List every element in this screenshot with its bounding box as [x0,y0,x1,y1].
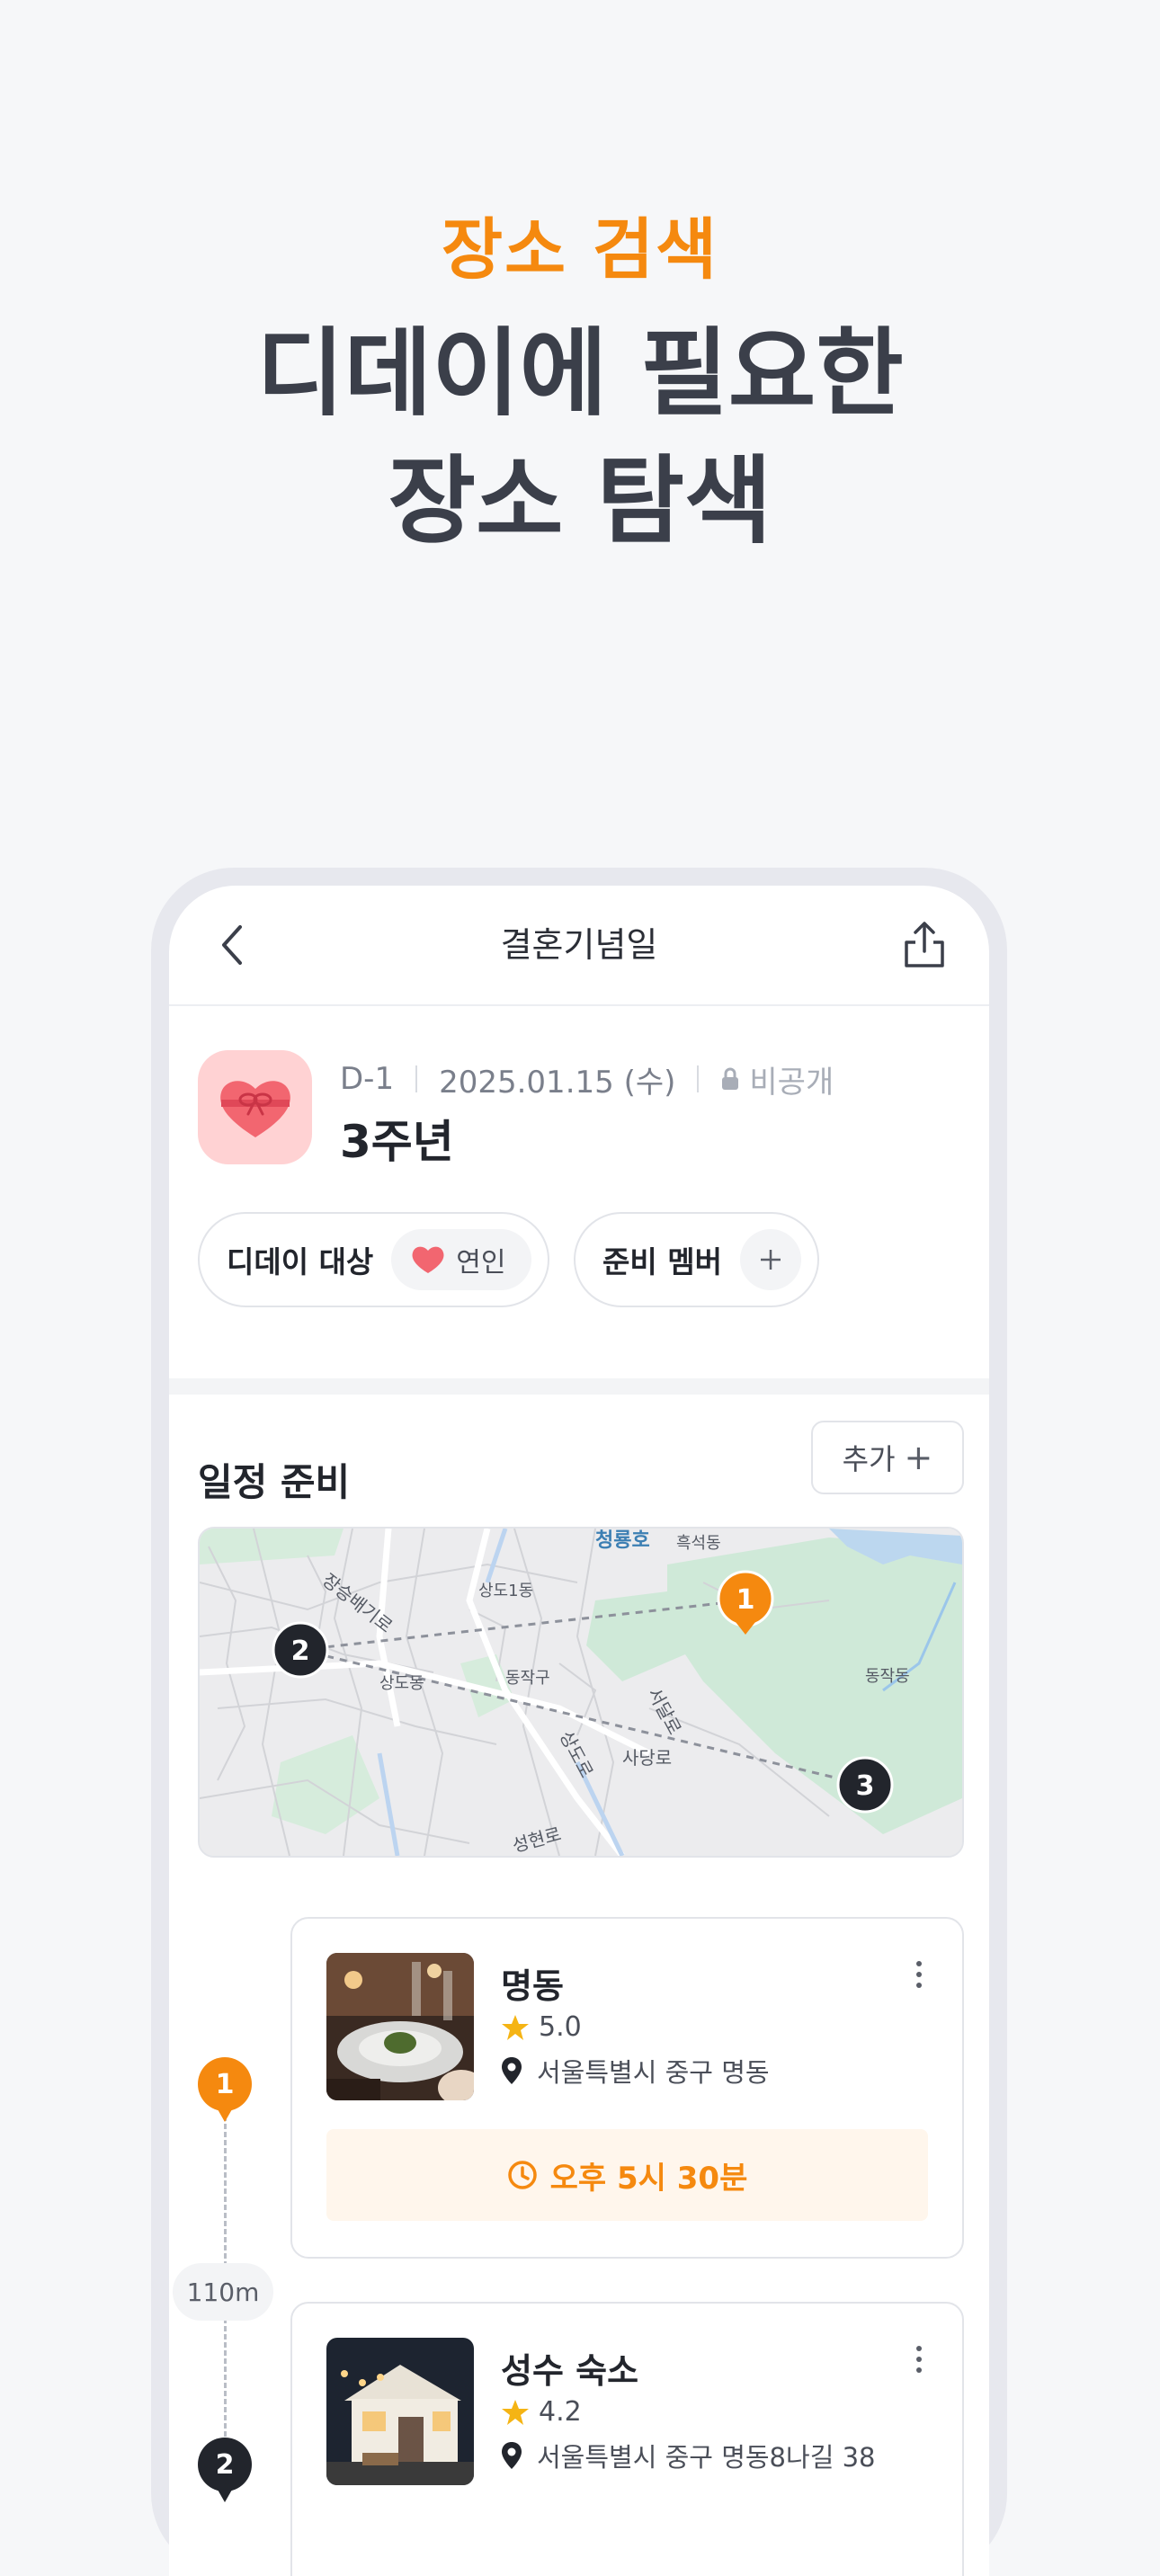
timeline-pin-index: 2 [215,2448,235,2481]
star-icon [502,2014,529,2040]
dday-target-chip[interactable]: 디데이 대상 연인 [198,1212,549,1307]
svg-text:흑석동: 흑석동 [676,1534,721,1553]
share-button[interactable] [896,916,953,974]
location-pin-icon [502,2057,522,2084]
event-meta: D-1 2025.01.15 (수) 비공개 [340,1056,834,1101]
address-text: 서울특별시 중구 명동8나길 38 [537,2442,876,2473]
top-bar: 결혼기념일 [169,886,989,1006]
dday-target-label: 디데이 대상 [227,1244,374,1279]
place-address: 서울특별시 중구 명동8나길 38 [501,2437,876,2474]
hero-title-line-1: 디데이에 필요한 [256,318,904,429]
section-divider [169,1378,989,1395]
map-pin-3[interactable]: 3 [836,1756,894,1814]
prep-members-chip[interactable]: 준비 멤버 [574,1212,819,1307]
heart-gift-icon [219,1080,290,1137]
dday-target-tag[interactable]: 연인 [391,1229,531,1290]
more-vertical-icon [916,1961,922,1988]
heart-icon [412,1246,444,1273]
place-name: 명동 [501,1966,564,2006]
share-icon [905,922,944,967]
add-schedule-label: 추가 [842,1442,896,1476]
page-title: 결혼기념일 [500,925,658,965]
place-card[interactable]: 성수 숙소 4.2 서울특별시 중구 명동8나길 38 [290,2302,964,2576]
event-name: 3주년 [340,1116,454,1168]
rating-value: 5.0 [539,2011,582,2043]
place-card[interactable]: 명동 5.0 서울특별시 중구 명동 오후 5시 30분 [290,1917,964,2259]
svg-text:1: 1 [736,1584,755,1616]
meta-divider [697,1065,700,1092]
map-label: 청룡호 [595,1529,650,1552]
add-member-button[interactable] [739,1229,801,1290]
app-screen: 결혼기념일 D-1 2025.01.15 (수) 비공개 3주년 디데이 대상 … [169,886,989,2576]
visibility-label: 비공개 [749,1064,834,1101]
timeline-pin-index: 1 [215,2068,235,2100]
route-map[interactable]: 청룡호 흑석동 동작동 상도1동 장승배기로 상도동 동작구 서달로 상도로 사… [198,1527,964,1858]
place-thumbnail [326,1953,474,2100]
hero-title-line-2: 장소 탐색 [388,446,772,557]
star-icon [502,2399,529,2425]
plus-icon [760,1250,781,1270]
svg-text:동작동: 동작동 [865,1667,910,1686]
back-button[interactable] [205,918,259,972]
place-address: 서울특별시 중구 명동 [501,2052,770,2090]
add-schedule-button[interactable]: 추가 + [811,1421,964,1494]
visit-time: 오후 5시 30분 [549,2160,748,2197]
lock-icon [722,1067,739,1090]
address-text: 서울특별시 중구 명동 [537,2057,770,2088]
plus-icon: + [904,1438,933,1477]
meta-divider [415,1065,418,1092]
rating-value: 4.2 [539,2396,582,2428]
svg-text:동작구: 동작구 [505,1669,550,1688]
schedule-title: 일정 준비 [198,1460,351,1504]
place-name: 성수 숙소 [501,2351,639,2391]
more-menu-button[interactable] [910,2341,928,2377]
event-date: 2025.01.15 (수) [439,1064,676,1101]
distance-badge: 110m [173,2263,273,2321]
place-thumbnail [326,2338,474,2485]
more-menu-button[interactable] [910,1957,928,1992]
timeline-pin-2: 2 [198,2438,252,2502]
chevron-left-icon [222,925,242,965]
map-canvas: 청룡호 흑석동 동작동 상도1동 장승배기로 상도동 동작구 서달로 상도로 사… [200,1529,962,1856]
dday-badge: D-1 [340,1061,395,1097]
timeline-pin-1: 1 [198,2057,252,2122]
map-pin-2[interactable]: 2 [272,1621,329,1679]
place-rating: 5.0 [501,2011,582,2043]
prep-members-label: 준비 멤버 [602,1244,722,1279]
phone-frame: 결혼기념일 D-1 2025.01.15 (수) 비공개 3주년 디데이 대상 … [151,868,1007,2576]
more-vertical-icon [916,2346,922,2373]
svg-text:2: 2 [291,1636,310,1667]
dday-target-value: 연인 [456,1247,506,1279]
visibility-status: 비공개 [720,1057,834,1101]
svg-text:상도1동: 상도1동 [478,1582,533,1600]
clock-icon [507,2161,537,2189]
svg-text:상도동: 상도동 [379,1674,424,1693]
hero-title: 디데이에 필요한 장소 탐색 [0,310,1160,566]
svg-text:3: 3 [856,1770,875,1802]
place-rating: 4.2 [501,2396,582,2428]
location-pin-icon [502,2442,522,2469]
svg-text:사당로: 사당로 [622,1747,672,1769]
event-icon [198,1050,312,1164]
hero-eyebrow: 장소 검색 [441,211,719,289]
visit-time-button[interactable]: 오후 5시 30분 [326,2129,928,2221]
